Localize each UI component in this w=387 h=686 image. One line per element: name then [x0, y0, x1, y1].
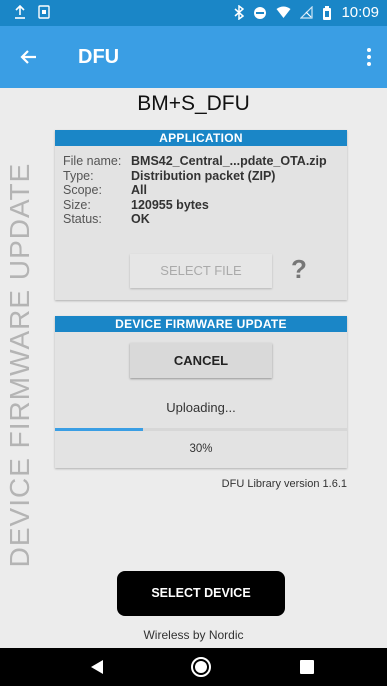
info-row-scope: Scope: All: [63, 183, 327, 198]
bluetooth-icon: [234, 5, 245, 20]
info-label: Scope:: [63, 183, 102, 197]
side-label: DEVICE FIRMWARE UPDATE: [4, 162, 35, 568]
app-title: DFU: [78, 46, 120, 68]
info-row-filename: File name: BMS42_Central_...pdate_OTA.zi…: [63, 154, 327, 169]
do-not-disturb-icon: [254, 6, 267, 19]
footer-text: Wireless by Nordic: [143, 628, 244, 642]
nav-home-icon[interactable]: [190, 656, 212, 678]
select-device-button[interactable]: SELECT DEVICE: [117, 571, 285, 616]
app-bar: DFU: [0, 26, 387, 88]
info-label: Size:: [63, 197, 91, 212]
more-vert-icon[interactable]: [359, 42, 379, 72]
progress-bar: [55, 428, 347, 431]
info-value: All: [131, 183, 147, 197]
status-bar: 10:09: [0, 0, 387, 26]
info-label: Type:: [63, 168, 94, 183]
dfu-panel: DEVICE FIRMWARE UPDATE CANCEL Uploading.…: [55, 316, 347, 468]
file-info: File name: BMS42_Central_...pdate_OTA.zi…: [63, 154, 327, 227]
side-label-container: DEVICE FIRMWARE UPDATE: [0, 163, 40, 568]
progress-fill: [55, 428, 143, 431]
application-header: APPLICATION: [55, 130, 347, 146]
application-panel: APPLICATION File name: BMS42_Central_...…: [55, 130, 347, 300]
dfu-header: DEVICE FIRMWARE UPDATE: [55, 316, 347, 332]
nav-recents-icon[interactable]: [300, 660, 314, 674]
sim-card-icon: [38, 5, 50, 19]
select-file-button[interactable]: SELECT FILE: [130, 254, 272, 288]
no-signal-icon: [300, 6, 314, 19]
info-row-size: Size: 120955 bytes: [63, 198, 327, 213]
device-name: BM+S_DFU: [137, 92, 250, 115]
navigation-bar: [0, 648, 387, 686]
arrow-back-icon[interactable]: [14, 42, 44, 72]
info-value: 120955 bytes: [131, 197, 209, 212]
upload-status: Uploading...: [166, 400, 236, 415]
info-value: OK: [131, 212, 150, 226]
battery-icon: [323, 5, 332, 20]
info-value: Distribution packet (ZIP): [131, 168, 276, 183]
info-label: Status:: [63, 212, 102, 226]
library-version: DFU Library version 1.6.1: [221, 478, 347, 490]
info-row-status: Status: OK: [63, 212, 327, 227]
help-icon[interactable]: ?: [291, 254, 307, 285]
status-time: 10:09: [341, 4, 379, 21]
info-label: File name:: [63, 154, 122, 168]
upload-icon: [15, 5, 25, 19]
info-row-type: Type: Distribution packet (ZIP): [63, 169, 327, 184]
info-value: BMS42_Central_...pdate_OTA.zip: [131, 154, 327, 168]
nav-back-icon[interactable]: [90, 659, 104, 675]
cancel-button[interactable]: CANCEL: [130, 343, 272, 378]
wifi-icon: [276, 6, 291, 18]
progress-percent: 30%: [189, 443, 213, 455]
